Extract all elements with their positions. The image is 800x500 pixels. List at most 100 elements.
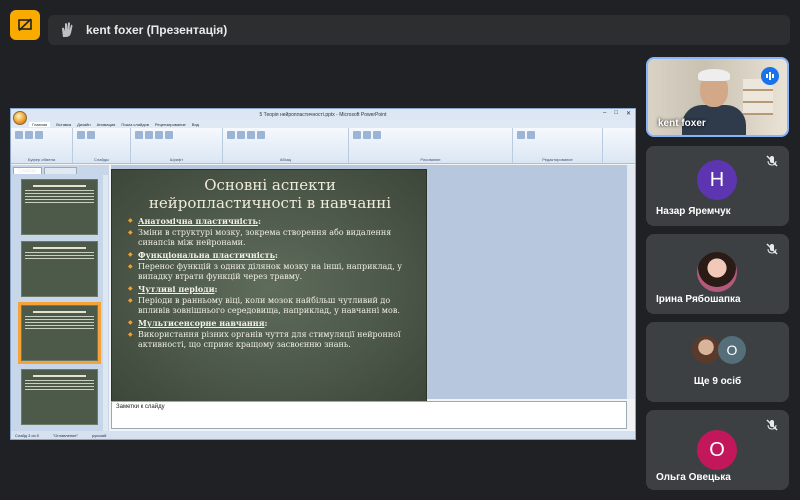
notes-placeholder: Заметки к слайду bbox=[116, 404, 165, 410]
group-title-slides: Слайды bbox=[94, 157, 109, 162]
avatar-image bbox=[697, 252, 737, 292]
ribbon-group-font: Шрифт bbox=[131, 128, 223, 163]
slide-thumbnail[interactable] bbox=[21, 241, 98, 297]
group-title-editing: Редактирование bbox=[542, 157, 573, 162]
avatar-image bbox=[692, 336, 720, 364]
cut-icon[interactable] bbox=[25, 131, 33, 139]
ribbon-tab-animation[interactable]: Анимация bbox=[97, 122, 116, 127]
avatar-initial: O bbox=[709, 438, 725, 461]
quick-styles-icon[interactable] bbox=[373, 131, 381, 139]
avatar: O bbox=[697, 430, 737, 470]
slide-bullet-text: Зміни в структурі мозку, зокрема створен… bbox=[128, 228, 412, 248]
bullet-heading-text: Чутливі періоди bbox=[138, 284, 215, 294]
slide-notes-input[interactable]: Заметки к слайду bbox=[111, 401, 627, 429]
slide-bullet-text: Використання різних органів чуття для ст… bbox=[128, 330, 412, 350]
group-title-paragraph: Абзац bbox=[279, 157, 292, 162]
layout-icon[interactable] bbox=[87, 131, 95, 139]
ribbon-tab-insert[interactable]: Вставка bbox=[56, 122, 71, 127]
participant-name: Ірина Рябошапка bbox=[656, 294, 741, 305]
slide-bullet-heading: Мультисенсорне навчання: bbox=[128, 318, 412, 328]
present-stop-icon bbox=[18, 18, 32, 32]
close-icon[interactable]: ✕ bbox=[626, 110, 631, 117]
bold-icon[interactable] bbox=[135, 131, 143, 139]
ribbon-tab-view[interactable]: Вид bbox=[192, 122, 199, 127]
ribbon-group-drawing: Рисование bbox=[349, 128, 513, 163]
ribbon-group-slides: Слайды bbox=[73, 128, 131, 163]
slide-thumbnail[interactable] bbox=[21, 369, 98, 425]
bullets-icon[interactable] bbox=[227, 131, 235, 139]
slide-thumbnail[interactable] bbox=[21, 179, 98, 235]
tab-slides[interactable]: Слайды bbox=[13, 167, 42, 174]
underline-icon[interactable] bbox=[155, 131, 163, 139]
status-slide-count: Слайд 3 из 5 bbox=[15, 432, 39, 438]
ribbon-tab-slideshow[interactable]: Показ слайдов bbox=[121, 122, 149, 127]
slide-bullet-heading: Чутливі періоди: bbox=[128, 284, 412, 294]
participant-name: Назар Яремчук bbox=[656, 206, 731, 217]
align-left-icon[interactable] bbox=[247, 131, 255, 139]
shapes-icon[interactable] bbox=[353, 131, 361, 139]
ribbon-group-paragraph: Абзац bbox=[223, 128, 349, 163]
mic-off-icon bbox=[766, 419, 778, 431]
ribbon-tab-design[interactable]: Дизайн bbox=[77, 122, 90, 127]
align-center-icon[interactable] bbox=[257, 131, 265, 139]
more-participants-label: Ще 9 осіб bbox=[693, 376, 742, 387]
avatar: O bbox=[718, 336, 746, 364]
bullet-heading-suffix: : bbox=[264, 318, 268, 328]
participant-tile[interactable]: Н Назар Яремчук bbox=[646, 146, 789, 226]
tab-outline[interactable]: Структура bbox=[43, 167, 78, 174]
minimize-icon[interactable]: – bbox=[603, 110, 606, 117]
current-slide[interactable]: Основні аспекти нейропластичності в навч… bbox=[111, 169, 427, 405]
bullet-heading-suffix: : bbox=[257, 216, 261, 226]
slide-bullet-text: Періоди в ранньому віці, коли мозок найб… bbox=[128, 296, 412, 316]
slide-title: Основні аспекти нейропластичності в навч… bbox=[148, 176, 392, 212]
replace-icon[interactable] bbox=[527, 131, 535, 139]
bullet-heading-text: Анатомічна пластичність bbox=[138, 216, 258, 226]
ribbon: Буфер обмена Слайды Шрифт Абзац Рисовани… bbox=[11, 128, 635, 164]
group-title-clipboard: Буфер обмена bbox=[27, 157, 56, 162]
avatar: Н bbox=[697, 160, 737, 200]
bullet-heading-suffix: : bbox=[214, 284, 218, 294]
ribbon-tab-review[interactable]: Рецензирование bbox=[155, 122, 186, 127]
ppt-statusbar: Слайд 3 из 5 "Оглавление" русский bbox=[11, 431, 635, 439]
participant-name: Ольга Овецька bbox=[656, 472, 731, 483]
speaking-icon bbox=[761, 67, 779, 85]
ribbon-group-clipboard: Буфер обмена bbox=[11, 128, 73, 163]
more-participants-tile[interactable]: O Ще 9 осіб bbox=[646, 322, 789, 402]
slide-bullets: Анатомічна пластичність: Зміни в структур… bbox=[128, 216, 412, 350]
participant-tile[interactable]: O Ольга Овецька bbox=[646, 410, 789, 490]
maximize-icon[interactable]: □ bbox=[614, 110, 618, 117]
mic-off-icon bbox=[766, 155, 778, 167]
slides-pane: Слайды Структура bbox=[11, 165, 109, 431]
ribbon-tab-home[interactable]: Главная bbox=[29, 121, 51, 127]
ppt-titlebar: 5 Теорія нейропластичності.pptx - Micros… bbox=[11, 109, 635, 120]
group-title-font: Шрифт bbox=[169, 157, 184, 162]
italic-icon[interactable] bbox=[145, 131, 153, 139]
office-button[interactable] bbox=[13, 111, 27, 125]
find-icon[interactable] bbox=[517, 131, 525, 139]
bullet-heading-text: Функціональна пластичність bbox=[138, 250, 276, 260]
font-color-icon[interactable] bbox=[165, 131, 173, 139]
participant-tile-speaker[interactable]: kent foxer bbox=[646, 57, 789, 137]
new-slide-icon[interactable] bbox=[77, 131, 85, 139]
status-language: русский bbox=[92, 432, 107, 438]
speaker-hair bbox=[698, 69, 730, 81]
numbering-icon[interactable] bbox=[237, 131, 245, 139]
copy-icon[interactable] bbox=[35, 131, 43, 139]
slide-bullet-text: Перенос функцій з одних ділянок мозку на… bbox=[128, 262, 412, 282]
avatar-initial: O bbox=[726, 342, 738, 358]
slides-pane-scrollbar[interactable] bbox=[103, 175, 108, 431]
paste-icon[interactable] bbox=[15, 131, 23, 139]
slide-scrollbar[interactable] bbox=[627, 165, 635, 399]
participant-tile[interactable]: Ірина Рябошапка bbox=[646, 234, 789, 314]
arrange-icon[interactable] bbox=[363, 131, 371, 139]
stop-presenting-button[interactable] bbox=[10, 10, 40, 40]
hand-icon bbox=[62, 22, 73, 37]
slide-thumbnail-selected[interactable] bbox=[18, 302, 101, 364]
avatar-initial: Н bbox=[709, 168, 725, 191]
slide-bullet-heading: Анатомічна пластичність: bbox=[128, 216, 412, 226]
slide-bullet-heading: Функціональна пластичність: bbox=[128, 250, 412, 260]
ppt-workspace: Слайды Структура Основні аспекти нейропл… bbox=[11, 165, 635, 431]
bullet-heading-suffix: : bbox=[275, 250, 278, 260]
mic-off-icon bbox=[766, 243, 778, 255]
ppt-window-title: 5 Теорія нейропластичності.pptx - Micros… bbox=[259, 111, 387, 118]
